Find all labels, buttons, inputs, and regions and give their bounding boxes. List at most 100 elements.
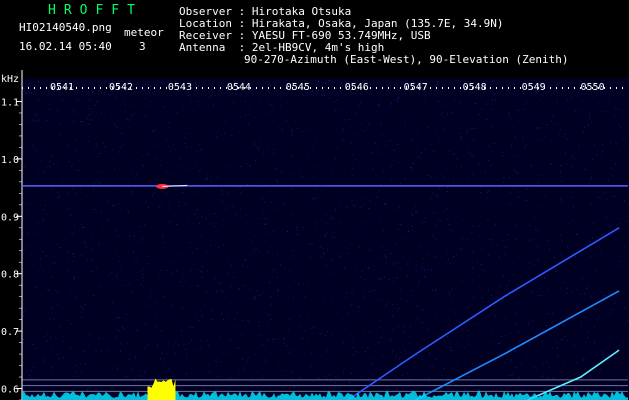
hrofft-logo: HROFFT	[48, 3, 143, 18]
x-minor-tick	[142, 87, 143, 89]
x-minor-tick	[148, 87, 149, 89]
antenna-direction-line: 90-270-Azimuth (East-West), 90-Elevation…	[244, 53, 569, 66]
x-minor-tick	[46, 87, 47, 89]
x-minor-tick	[118, 87, 119, 89]
y-tick-label: 1.1	[1, 97, 19, 108]
x-minor-tick	[214, 87, 215, 89]
location-line: Location : Hirakata, Osaka, Japan (135.7…	[179, 17, 504, 30]
x-minor-tick	[280, 87, 281, 89]
x-minor-tick	[508, 87, 509, 89]
filename-label: HI02140540.png	[19, 21, 112, 34]
y-tick-label: 0.9	[1, 212, 19, 223]
x-minor-tick	[334, 87, 335, 89]
x-minor-tick	[286, 87, 287, 89]
x-minor-tick	[442, 87, 443, 89]
x-minor-tick	[178, 87, 179, 89]
x-minor-tick	[274, 87, 275, 89]
x-minor-tick	[454, 87, 455, 89]
x-minor-tick	[574, 87, 575, 89]
x-minor-tick	[28, 87, 29, 89]
x-minor-tick	[256, 87, 257, 89]
x-minor-tick	[376, 87, 377, 89]
y-tick-label: 0.6	[1, 385, 19, 396]
x-minor-tick	[106, 87, 107, 89]
x-minor-tick	[568, 87, 569, 89]
x-minor-tick	[22, 87, 23, 89]
x-minor-tick	[202, 87, 203, 89]
x-minor-tick	[154, 87, 155, 89]
x-minor-tick	[316, 87, 317, 89]
x-minor-tick	[130, 87, 131, 89]
x-minor-tick	[94, 87, 95, 89]
x-minor-tick	[556, 87, 557, 89]
x-minor-tick	[514, 87, 515, 89]
x-minor-tick	[418, 87, 419, 89]
x-minor-tick	[298, 87, 299, 89]
plot-background	[22, 78, 629, 400]
x-minor-tick	[70, 87, 71, 89]
x-minor-tick	[250, 87, 251, 89]
x-minor-tick	[208, 87, 209, 89]
x-minor-tick	[424, 87, 425, 89]
x-minor-tick	[406, 87, 407, 89]
x-minor-tick	[580, 87, 581, 89]
meteor-count: 3	[139, 40, 146, 53]
meteor-label: meteor	[124, 26, 164, 39]
x-minor-tick	[220, 87, 221, 89]
x-minor-tick	[82, 87, 83, 89]
x-minor-tick	[436, 87, 437, 89]
x-minor-tick	[490, 87, 491, 89]
x-minor-tick	[88, 87, 89, 89]
x-minor-tick	[400, 87, 401, 89]
x-minor-tick	[190, 87, 191, 89]
x-minor-tick	[166, 87, 167, 89]
x-minor-tick	[616, 87, 617, 89]
x-minor-tick	[520, 87, 521, 89]
x-minor-tick	[526, 87, 527, 89]
x-minor-tick	[40, 87, 41, 89]
antenna-line: Antenna : 2el-HB9CV, 4m's high	[179, 41, 385, 54]
x-minor-tick	[544, 87, 545, 89]
x-minor-tick	[358, 87, 359, 89]
x-tick-label: 0543	[168, 82, 192, 93]
x-minor-tick	[124, 87, 125, 89]
x-minor-tick	[244, 87, 245, 89]
observer-line: Observer : Hirotaka Otsuka	[179, 5, 352, 18]
x-tick-label: 0546	[345, 82, 369, 93]
x-minor-tick	[196, 87, 197, 89]
x-minor-tick	[232, 87, 233, 89]
x-minor-tick	[268, 87, 269, 89]
x-tick-label: 0545	[286, 82, 310, 93]
x-minor-tick	[100, 87, 101, 89]
x-minor-tick	[532, 87, 533, 89]
x-minor-tick	[136, 87, 137, 89]
x-tick-label: 0549	[522, 82, 546, 93]
x-minor-tick	[328, 87, 329, 89]
x-minor-tick	[460, 87, 461, 89]
y-tick-label: 1.0	[1, 155, 19, 166]
x-minor-tick	[226, 87, 227, 89]
x-minor-tick	[292, 87, 293, 89]
x-minor-tick	[496, 87, 497, 89]
x-minor-tick	[604, 87, 605, 89]
x-minor-tick	[310, 87, 311, 89]
x-minor-tick	[598, 87, 599, 89]
x-minor-tick	[394, 87, 395, 89]
x-minor-tick	[502, 87, 503, 89]
x-minor-tick	[538, 87, 539, 89]
x-minor-tick	[262, 87, 263, 89]
x-minor-tick	[484, 87, 485, 89]
y-tick-label: 0.8	[1, 270, 19, 281]
x-minor-tick	[466, 87, 467, 89]
x-minor-tick	[160, 87, 161, 89]
x-minor-tick	[184, 87, 185, 89]
x-minor-tick	[364, 87, 365, 89]
x-minor-tick	[472, 87, 473, 89]
y-tick-label: 0.7	[1, 327, 19, 338]
x-minor-tick	[352, 87, 353, 89]
receiver-line: Receiver : YAESU FT-690 53.749MHz, USB	[179, 29, 431, 42]
x-minor-tick	[64, 87, 65, 89]
x-minor-tick	[388, 87, 389, 89]
x-minor-tick	[304, 87, 305, 89]
x-minor-tick	[448, 87, 449, 89]
